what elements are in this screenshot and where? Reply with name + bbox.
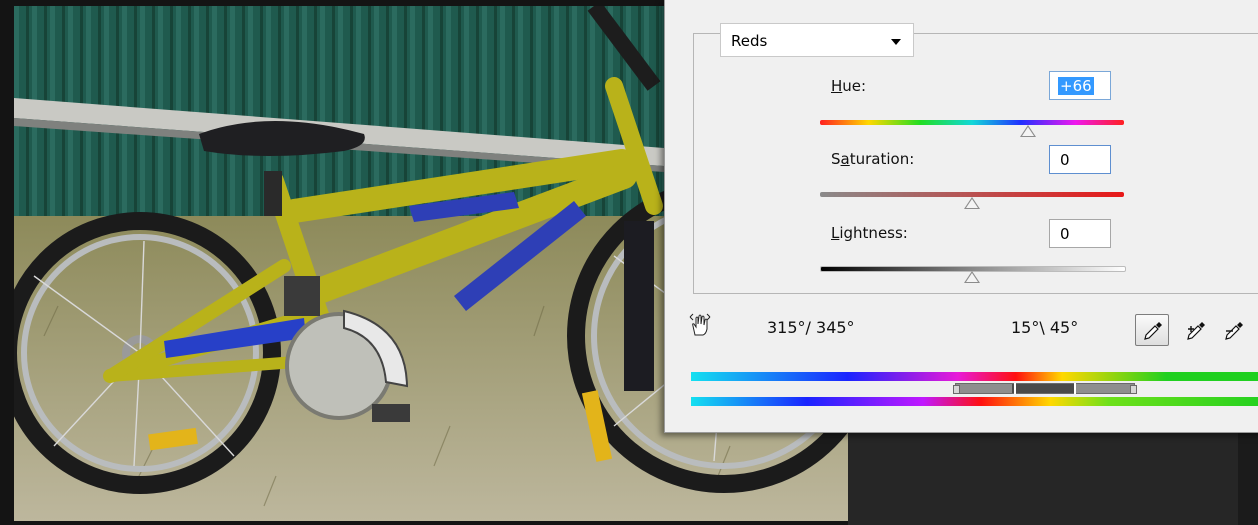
saturation-label: Saturation: bbox=[831, 150, 915, 168]
hue-input[interactable]: +66 bbox=[1049, 71, 1111, 100]
eyedropper-button[interactable] bbox=[1135, 314, 1169, 346]
hue-input-value: +66 bbox=[1058, 77, 1094, 95]
hue-slider-thumb[interactable] bbox=[1019, 125, 1036, 137]
canvas-background bbox=[848, 430, 1258, 525]
adjustment-group-box bbox=[693, 33, 1258, 294]
channel-select-value: Reds bbox=[731, 32, 768, 50]
eyedropper-add-button[interactable] bbox=[1179, 314, 1213, 346]
color-range-core[interactable] bbox=[1012, 384, 1076, 393]
output-color-bar bbox=[691, 397, 1258, 406]
hue-slider-track[interactable] bbox=[820, 120, 1124, 125]
eyedropper-subtract-button[interactable] bbox=[1217, 314, 1251, 346]
range-left-degrees: 315°/ 345° bbox=[767, 318, 855, 337]
panel-edge bbox=[1238, 430, 1258, 525]
channel-select[interactable]: Reds bbox=[720, 23, 914, 57]
range-falloff-right-handle[interactable] bbox=[1130, 385, 1137, 394]
hue-saturation-dialog: Reds Hue: +66 Saturation: 0 Lightness: 0… bbox=[664, 0, 1258, 433]
range-tick-left[interactable] bbox=[1014, 383, 1016, 394]
color-range-slider[interactable] bbox=[953, 383, 1137, 394]
saturation-input[interactable]: 0 bbox=[1049, 145, 1111, 174]
range-right-degrees: 15°\ 45° bbox=[1011, 318, 1079, 337]
lightness-slider-thumb[interactable] bbox=[964, 271, 980, 283]
saturation-slider-thumb[interactable] bbox=[964, 197, 980, 209]
hand-adjust-icon[interactable] bbox=[689, 313, 711, 337]
eyedropper-plus-icon bbox=[1187, 322, 1205, 340]
eyedropper-icon bbox=[1144, 322, 1162, 340]
eyedropper-minus-icon bbox=[1225, 322, 1243, 340]
range-falloff-left-handle[interactable] bbox=[953, 385, 960, 394]
saturation-input-value: 0 bbox=[1060, 151, 1070, 169]
input-color-bar bbox=[691, 372, 1258, 381]
lightness-label: Lightness: bbox=[831, 224, 908, 242]
range-tick-right[interactable] bbox=[1074, 383, 1076, 394]
hue-label: Hue: bbox=[831, 77, 867, 95]
lightness-input[interactable]: 0 bbox=[1049, 219, 1111, 248]
lightness-input-value: 0 bbox=[1060, 225, 1070, 243]
chevron-down-icon[interactable] bbox=[891, 39, 901, 45]
